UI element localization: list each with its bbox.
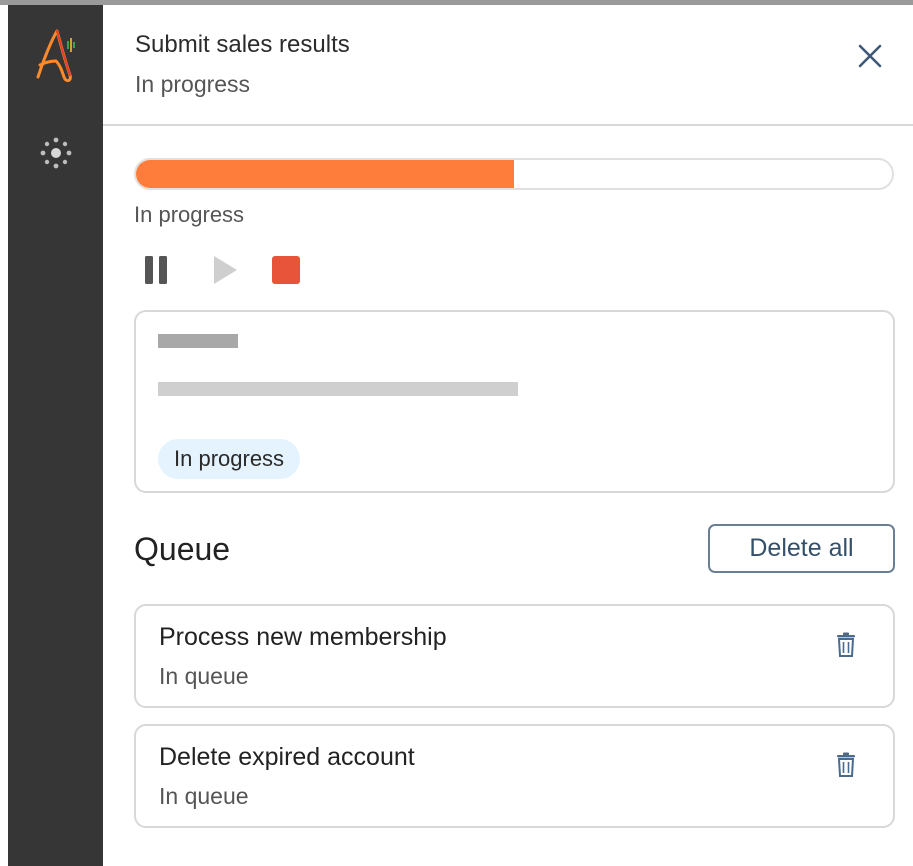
trash-icon[interactable] — [834, 632, 858, 658]
queue-item-status: In queue — [159, 663, 249, 689]
progress-label: In progress — [134, 202, 245, 227]
hub-icon[interactable] — [36, 133, 76, 173]
skeleton-line-title — [158, 334, 238, 348]
queue-item-name: Process new membership — [159, 623, 447, 651]
queue-heading: Queue — [134, 531, 231, 567]
page-title: Submit sales results — [135, 31, 350, 58]
page-subtitle: In progress — [135, 71, 251, 97]
task-panel: Submit sales results In progress In prog… — [103, 5, 913, 866]
progress-bar — [134, 158, 894, 190]
queue-item-status: In queue — [159, 783, 249, 809]
status-badge: In progress — [158, 439, 301, 479]
skeleton-line-detail — [158, 382, 518, 396]
close-icon[interactable] — [855, 41, 885, 71]
queue-item: Process new membership In queue — [134, 604, 895, 708]
queue-item-name: Delete expired account — [159, 743, 415, 771]
queue-item: Delete expired account In queue — [134, 724, 895, 828]
play-icon[interactable] — [211, 253, 241, 287]
pause-icon[interactable] — [143, 253, 173, 287]
app-logo-icon[interactable] — [30, 25, 82, 85]
delete-all-button[interactable]: Delete all — [708, 524, 895, 573]
panel-header: Submit sales results In progress — [103, 5, 913, 126]
trash-icon[interactable] — [834, 752, 858, 778]
stop-icon[interactable] — [271, 253, 301, 287]
current-task-card: In progress — [134, 310, 895, 493]
left-nav-rail — [8, 5, 103, 866]
progress-bar-fill — [136, 160, 514, 188]
